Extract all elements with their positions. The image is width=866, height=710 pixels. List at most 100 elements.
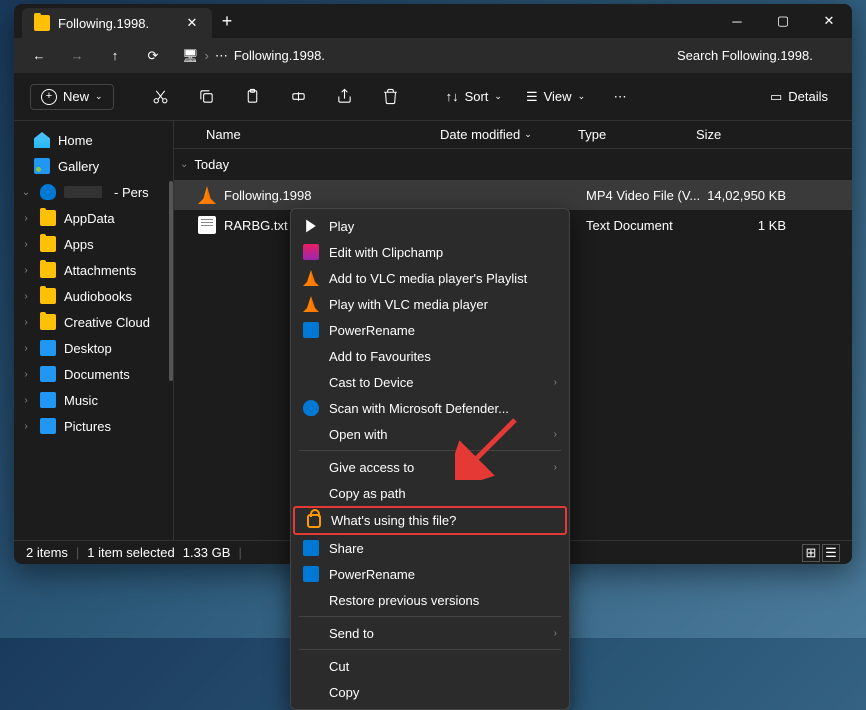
context-menu-item[interactable]: PowerRename bbox=[291, 317, 569, 343]
context-menu-item[interactable]: Give access to› bbox=[291, 454, 569, 480]
group-today[interactable]: ⌄ Today bbox=[174, 149, 852, 180]
rename-button[interactable] bbox=[280, 80, 318, 114]
context-menu-item[interactable]: Edit with Clipchamp bbox=[291, 239, 569, 265]
shield-icon bbox=[303, 400, 319, 416]
context-menu-item[interactable]: Copy bbox=[291, 679, 569, 705]
context-menu-item[interactable]: Play with VLC media player bbox=[291, 291, 569, 317]
context-menu-item[interactable]: Send to› bbox=[291, 620, 569, 646]
column-name[interactable]: Name bbox=[198, 127, 432, 142]
tab-close-button[interactable]: ✕ bbox=[184, 15, 200, 31]
sidebar-item[interactable]: ›Desktop bbox=[14, 335, 173, 361]
sidebar-item[interactable]: ›Attachments bbox=[14, 257, 173, 283]
redacted-text bbox=[64, 186, 102, 198]
tab[interactable]: Following.1998. ✕ bbox=[22, 8, 212, 38]
context-menu-item[interactable]: Open with› bbox=[291, 421, 569, 447]
sort-icon: ↑↓ bbox=[446, 89, 459, 104]
context-menu-item[interactable]: Add to Favourites bbox=[291, 343, 569, 369]
chevron-right-icon: › bbox=[20, 421, 32, 432]
nav-toolbar: ← → ↑ ⟳ 🖥 › ⋯ Following.1998. Search Fol… bbox=[14, 38, 852, 73]
grid-view-button[interactable]: ⊞ bbox=[802, 544, 820, 562]
context-menu-item[interactable]: Cut bbox=[291, 653, 569, 679]
powerrename-icon bbox=[303, 322, 319, 338]
play-icon bbox=[303, 218, 319, 234]
maximize-button[interactable]: ▢ bbox=[760, 4, 806, 38]
column-date[interactable]: Date modified⌄ bbox=[432, 127, 570, 142]
chevron-down-icon: ⌄ bbox=[180, 159, 188, 170]
list-view-button[interactable]: ☰ bbox=[822, 544, 840, 562]
gallery-icon bbox=[34, 158, 50, 174]
context-menu-item[interactable]: Scan with Microsoft Defender... bbox=[291, 395, 569, 421]
separator bbox=[299, 616, 561, 617]
clipchamp-icon bbox=[303, 244, 319, 260]
sidebar-item[interactable]: ›AppData bbox=[14, 205, 173, 231]
minimize-button[interactable]: ─ bbox=[714, 4, 760, 38]
sidebar: Home Gallery ⌄ - Pers ›AppData›Apps›Atta… bbox=[14, 121, 174, 540]
sidebar-item[interactable]: ›Creative Cloud bbox=[14, 309, 173, 335]
paste-button[interactable] bbox=[234, 80, 272, 114]
chevron-right-icon: › bbox=[554, 628, 557, 639]
home-icon bbox=[34, 132, 50, 148]
status-selected: 1 item selected bbox=[87, 545, 174, 560]
sidebar-item[interactable]: ›Music bbox=[14, 387, 173, 413]
new-tab-button[interactable]: + bbox=[212, 11, 242, 32]
actions-toolbar: + New ⌄ ↑↓ Sort ⌄ ☰ View ⌄ ⋯ ▭ Details bbox=[14, 73, 852, 121]
plus-icon: + bbox=[41, 89, 57, 105]
sidebar-gallery[interactable]: Gallery bbox=[14, 153, 173, 179]
share-button[interactable] bbox=[326, 80, 364, 114]
address-bar[interactable]: 🖥 › ⋯ Following.1998. bbox=[174, 48, 665, 64]
file-row[interactable]: Following.1998 MP4 Video File (V... 14,0… bbox=[174, 180, 852, 210]
context-menu-item[interactable]: Play bbox=[291, 213, 569, 239]
context-menu-item[interactable]: What's using this file? bbox=[293, 506, 567, 535]
up-button[interactable]: ↑ bbox=[98, 41, 132, 71]
sidebar-item[interactable]: ›Pictures bbox=[14, 413, 173, 439]
more-icon: ⋯ bbox=[215, 48, 228, 64]
details-button[interactable]: ▭ Details bbox=[762, 85, 836, 109]
cut-button[interactable] bbox=[142, 80, 180, 114]
tab-title: Following.1998. bbox=[58, 16, 149, 31]
powerrename-icon bbox=[303, 566, 319, 582]
chevron-right-icon: › bbox=[20, 369, 32, 380]
delete-button[interactable] bbox=[372, 80, 410, 114]
context-menu-item[interactable]: Add to VLC media player's Playlist bbox=[291, 265, 569, 291]
view-button[interactable]: ☰ View ⌄ bbox=[518, 85, 593, 109]
address-text: Following.1998. bbox=[234, 48, 325, 63]
view-icon: ☰ bbox=[526, 89, 538, 105]
new-button[interactable]: + New ⌄ bbox=[30, 84, 114, 110]
chevron-down-icon: ⌄ bbox=[494, 91, 502, 102]
column-size[interactable]: Size bbox=[688, 127, 780, 142]
chevron-right-icon: › bbox=[554, 429, 557, 440]
forward-button[interactable]: → bbox=[60, 41, 94, 71]
sidebar-home[interactable]: Home bbox=[14, 127, 173, 153]
context-menu-item[interactable]: Copy as path bbox=[291, 480, 569, 506]
folder-icon bbox=[40, 288, 56, 304]
folder-icon bbox=[34, 15, 50, 31]
sidebar-item[interactable]: ›Documents bbox=[14, 361, 173, 387]
context-menu-item[interactable]: Cast to Device› bbox=[291, 369, 569, 395]
refresh-button[interactable]: ⟳ bbox=[136, 41, 170, 71]
chevron-right-icon: › bbox=[554, 377, 557, 388]
copy-button[interactable] bbox=[188, 80, 226, 114]
folder-icon bbox=[40, 210, 56, 226]
share-icon bbox=[303, 540, 319, 556]
close-button[interactable]: ✕ bbox=[806, 4, 852, 38]
context-menu-item[interactable]: Restore previous versions bbox=[291, 587, 569, 613]
sidebar-onedrive[interactable]: ⌄ - Pers bbox=[14, 179, 173, 205]
sidebar-item[interactable]: ›Apps bbox=[14, 231, 173, 257]
lock-icon bbox=[307, 514, 321, 528]
folder-icon bbox=[40, 392, 56, 408]
chevron-right-icon: › bbox=[20, 317, 32, 328]
view-mode-icons: ⊞ ☰ bbox=[802, 544, 840, 562]
search-input[interactable]: Search Following.1998. bbox=[669, 42, 844, 70]
back-button[interactable]: ← bbox=[22, 41, 56, 71]
context-menu-item[interactable]: Share bbox=[291, 535, 569, 561]
annotation-arrow bbox=[455, 410, 525, 483]
column-type[interactable]: Type bbox=[570, 127, 688, 142]
sidebar-item[interactable]: ›Audiobooks bbox=[14, 283, 173, 309]
more-button[interactable]: ⋯ bbox=[601, 80, 639, 114]
sort-button[interactable]: ↑↓ Sort ⌄ bbox=[438, 85, 510, 108]
titlebar: Following.1998. ✕ + ─ ▢ ✕ bbox=[14, 4, 852, 38]
chevron-right-icon: › bbox=[554, 462, 557, 473]
chevron-down-icon: ⌄ bbox=[524, 129, 532, 140]
folder-icon bbox=[40, 366, 56, 382]
context-menu-item[interactable]: PowerRename bbox=[291, 561, 569, 587]
